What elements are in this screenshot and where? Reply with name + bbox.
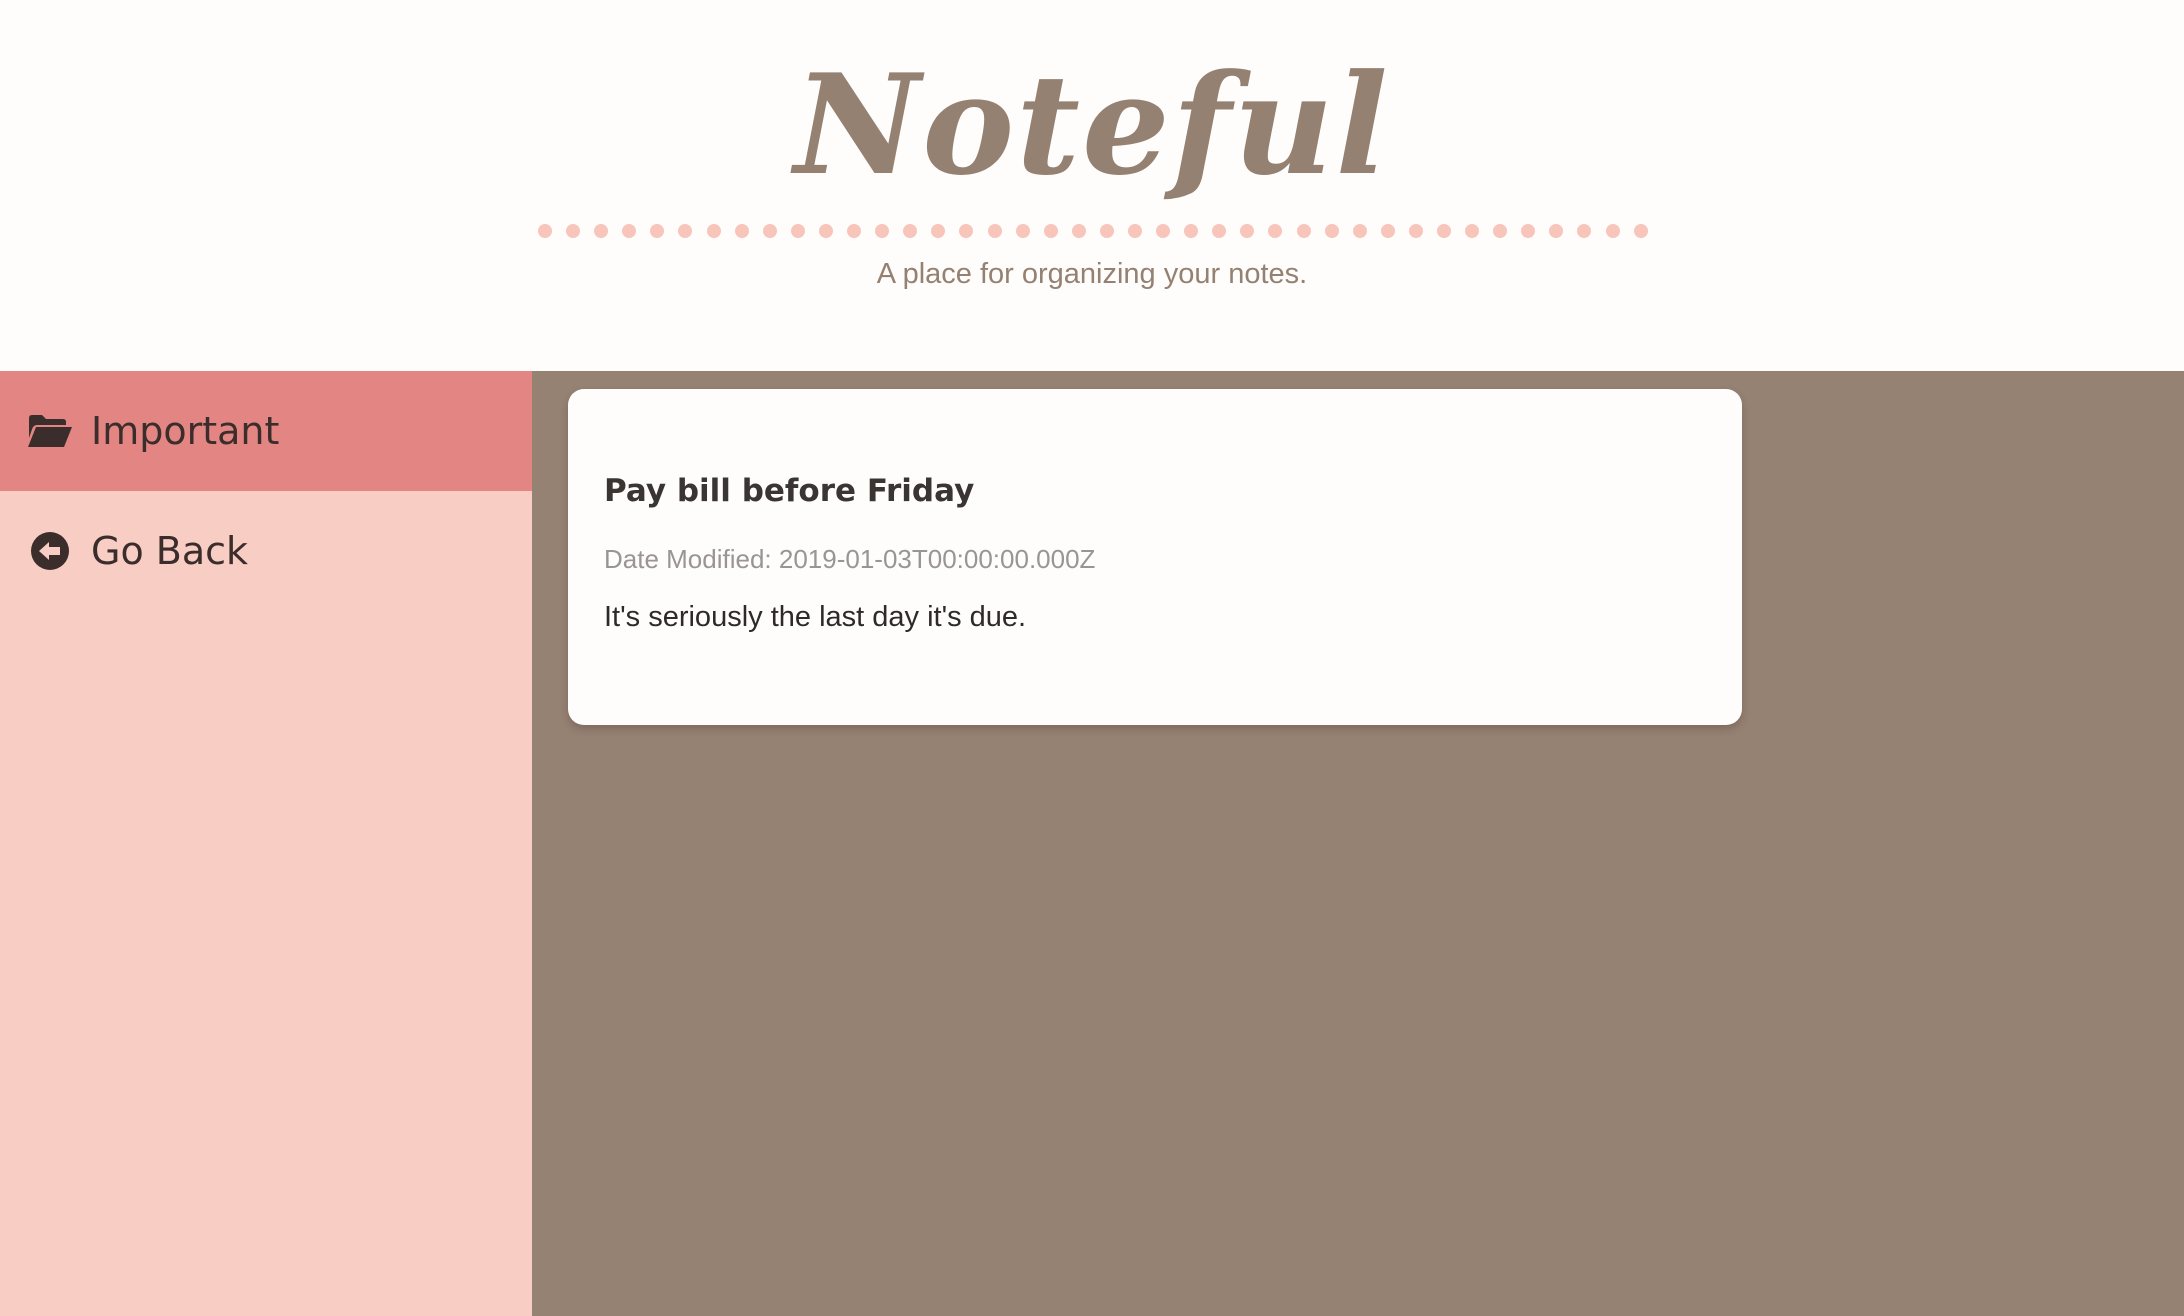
divider-dot xyxy=(1043,224,1058,238)
divider-dot xyxy=(1240,224,1255,238)
divider-dot xyxy=(1493,224,1508,238)
divider-dot xyxy=(1633,224,1648,238)
sidebar: Important Go Back xyxy=(0,371,532,1316)
divider-dot xyxy=(734,224,749,238)
go-back-label: Go Back xyxy=(91,529,249,573)
divider-dot xyxy=(1577,224,1592,238)
divider-dot xyxy=(1380,224,1395,238)
app-title[interactable]: Noteful xyxy=(0,40,2184,210)
divider-dot xyxy=(1184,224,1199,238)
divider-dot xyxy=(1127,224,1142,238)
divider-dot xyxy=(650,224,665,238)
divider-dot xyxy=(762,224,777,238)
note-card: Pay bill before Friday Date Modified: 20… xyxy=(568,389,1742,725)
divider-dot xyxy=(594,224,609,238)
divider-dot xyxy=(1099,224,1114,238)
divider-dot xyxy=(1296,224,1311,238)
divider-dot xyxy=(566,224,581,238)
app-header: Noteful A place for organizing your note… xyxy=(0,0,2184,371)
divider-dot xyxy=(931,224,946,238)
folder-open-icon xyxy=(27,411,73,451)
divider-dot xyxy=(1324,224,1339,238)
divider-dot xyxy=(987,224,1002,238)
divider-dot xyxy=(1521,224,1536,238)
divider-dot xyxy=(1605,224,1620,238)
divider-dot xyxy=(678,224,693,238)
dotted-divider xyxy=(538,223,1648,239)
divider-dot xyxy=(1071,224,1086,238)
divider-dot xyxy=(538,224,552,238)
sidebar-item-important[interactable]: Important xyxy=(0,371,532,491)
main-content: Pay bill before Friday Date Modified: 20… xyxy=(532,371,2184,1316)
divider-dot xyxy=(818,224,833,238)
divider-dot xyxy=(1015,224,1030,238)
divider-dot xyxy=(875,224,890,238)
divider-dot xyxy=(1465,224,1480,238)
divider-dot xyxy=(706,224,721,238)
divider-dot xyxy=(790,224,805,238)
divider-dot xyxy=(1549,224,1564,238)
divider-dot xyxy=(1156,224,1171,238)
arrow-circle-left-icon xyxy=(27,531,73,571)
note-date-modified: Date Modified: 2019-01-03T00:00:00.000Z xyxy=(604,544,1096,574)
divider-dot xyxy=(959,224,974,238)
note-content: It's seriously the last day it's due. xyxy=(604,601,1027,633)
note-title[interactable]: Pay bill before Friday xyxy=(604,473,974,509)
sidebar-item-label: Important xyxy=(91,409,280,453)
divider-dot xyxy=(1408,224,1423,238)
divider-dot xyxy=(1352,224,1367,238)
divider-dot xyxy=(622,224,637,238)
divider-dot xyxy=(1212,224,1227,238)
go-back-button[interactable]: Go Back xyxy=(0,491,532,611)
divider-dot xyxy=(1437,224,1451,238)
divider-dot xyxy=(903,224,918,238)
app-tagline: A place for organizing your notes. xyxy=(876,258,1308,290)
divider-dot xyxy=(1268,224,1283,238)
divider-dot xyxy=(847,224,862,238)
